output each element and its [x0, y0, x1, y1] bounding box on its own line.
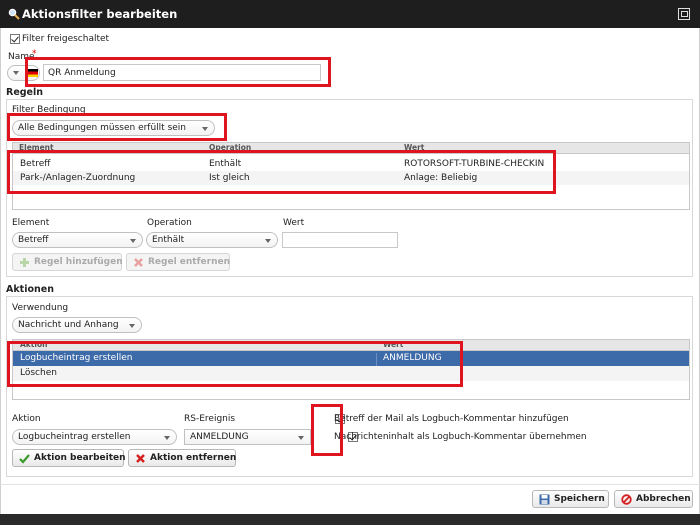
- table-row[interactable]: Park-/Anlagen-Zuordnung Ist gleich Anlag…: [13, 171, 689, 185]
- german-flag-icon: [28, 69, 38, 77]
- window-titlebar: Aktionsfilter bearbeiten: [0, 0, 700, 28]
- cell-value: ROTORSOFT-TURBINE-CHECKIN: [404, 159, 545, 169]
- cell-element: Park-/Anlagen-Zuordnung: [20, 173, 136, 183]
- element-select-value: Betreff: [18, 235, 49, 245]
- remove-action-button[interactable]: Aktion entfernen: [128, 449, 236, 467]
- action-label: Aktion: [12, 414, 41, 424]
- edit-action-label: Aktion bearbeiten: [34, 453, 126, 463]
- col-element: Element: [19, 143, 54, 152]
- chevron-down-icon: [13, 71, 19, 75]
- element-label: Element: [12, 218, 50, 228]
- edit-action-button[interactable]: Aktion bearbeiten: [12, 449, 126, 467]
- magnifier-icon: [8, 8, 20, 20]
- filter-condition-value: Alle Bedingungen müssen erfüllt sein: [18, 123, 187, 133]
- maximize-icon[interactable]: [678, 8, 690, 20]
- add-rule-button[interactable]: Regel hinzufügen: [12, 253, 123, 271]
- floppy-disk-icon: [539, 494, 550, 505]
- cell-value: Anlage: Beliebig: [404, 173, 478, 183]
- table-row[interactable]: Löschen: [13, 366, 689, 381]
- element-select[interactable]: Betreff: [12, 232, 143, 248]
- cell-operation: Enthält: [209, 159, 242, 169]
- language-selector[interactable]: [7, 65, 40, 81]
- remove-action-label: Aktion entfernen: [150, 453, 237, 463]
- usage-select[interactable]: Nachricht und Anhang: [12, 317, 142, 333]
- name-input[interactable]: QR Anmeldung: [43, 64, 321, 81]
- actions-grid: Aktion Wert Logbucheintrag erstellen ANM…: [12, 339, 690, 400]
- actions-section-title: Aktionen: [6, 284, 54, 295]
- table-row[interactable]: Logbucheintrag erstellen ANMELDUNG: [13, 351, 689, 366]
- wert-input[interactable]: [282, 232, 398, 248]
- col-operation: Operation: [209, 143, 252, 152]
- option1-label: Betreff der Mail als Logbuch-Kommentar h…: [334, 414, 569, 424]
- filter-condition-label: Filter Bedingung: [12, 105, 86, 115]
- chevron-down-icon: [265, 239, 271, 243]
- cancel-button[interactable]: Abbrechen: [614, 490, 693, 508]
- plus-icon: [19, 257, 30, 268]
- chevron-down-icon: [130, 239, 136, 243]
- window-title: Aktionsfilter bearbeiten: [22, 7, 178, 21]
- required-mark: *: [32, 49, 37, 59]
- save-label: Speichern: [554, 494, 605, 504]
- add-rule-label: Regel hinzufügen: [34, 257, 123, 267]
- event-select[interactable]: ANMELDUNG: [184, 429, 311, 445]
- remove-rule-button[interactable]: Regel entfernen: [126, 253, 230, 271]
- remove-rule-label: Regel entfernen: [148, 257, 230, 267]
- usage-label: Verwendung: [12, 303, 69, 313]
- cell-operation: Ist gleich: [209, 173, 250, 183]
- chevron-down-icon: [202, 127, 208, 131]
- action-select-value: Logbucheintrag erstellen: [18, 432, 131, 442]
- usage-select-value: Nachricht und Anhang: [18, 320, 119, 330]
- filter-condition-select[interactable]: Alle Bedingungen müssen erfüllt sein: [12, 120, 215, 136]
- cell-action: Logbucheintrag erstellen: [20, 353, 133, 363]
- cell-action-value: ANMELDUNG: [383, 353, 442, 363]
- table-row[interactable]: Betreff Enthält ROTORSOFT-TURBINE-CHECKI…: [13, 157, 689, 171]
- footer-divider: [0, 484, 700, 485]
- event-select-value: ANMELDUNG: [190, 432, 249, 442]
- action-select[interactable]: Logbucheintrag erstellen: [12, 429, 177, 445]
- save-button[interactable]: Speichern: [532, 490, 609, 508]
- option2-label: Nachrichteninhalt als Logbuch-Kommentar …: [334, 432, 587, 442]
- filter-enabled-label: Filter freigeschaltet: [22, 34, 110, 44]
- no-entry-icon: [621, 493, 632, 505]
- cell-element: Betreff: [20, 159, 51, 169]
- event-label: RS-Ereignis: [184, 414, 236, 424]
- x-icon: [133, 257, 144, 268]
- cell-action: Löschen: [20, 368, 57, 378]
- operation-select[interactable]: Enthält: [146, 232, 278, 248]
- col-value: Wert: [404, 143, 425, 152]
- rules-grid-header: Element Operation Wert: [13, 143, 689, 154]
- chevron-down-icon: [298, 436, 304, 440]
- operation-label: Operation: [147, 218, 192, 228]
- bottom-strip: [0, 514, 700, 525]
- wert-label: Wert: [283, 218, 305, 228]
- filter-enabled-checkbox[interactable]: [10, 34, 20, 44]
- operation-select-value: Enthält: [152, 235, 185, 245]
- checkmark-icon: [19, 453, 30, 464]
- actions-grid-header: Aktion Wert: [13, 340, 689, 351]
- chevron-down-icon: [129, 324, 135, 328]
- name-label: Name: [8, 52, 35, 62]
- cancel-label: Abbrechen: [636, 494, 691, 504]
- x-icon: [135, 453, 146, 464]
- chevron-down-icon: [164, 436, 170, 440]
- rules-section-title: Regeln: [6, 87, 44, 98]
- rules-grid: Element Operation Wert Betreff Enthält R…: [12, 142, 690, 210]
- col-action-value: Wert: [383, 340, 404, 349]
- col-action: Aktion: [20, 340, 48, 349]
